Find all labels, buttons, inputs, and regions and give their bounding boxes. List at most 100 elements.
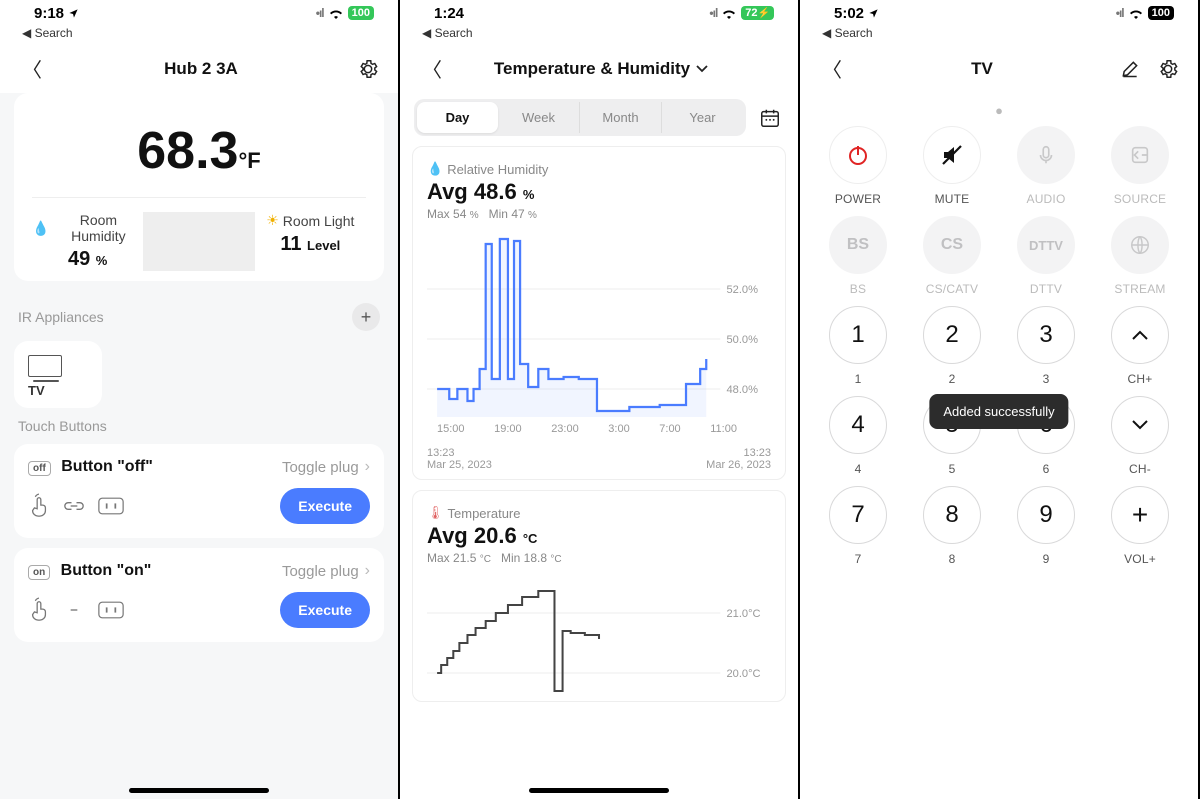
state-badge: off (28, 461, 51, 476)
ch-down-button[interactable] (1111, 396, 1169, 454)
mute-button[interactable] (923, 126, 981, 184)
segment-month[interactable]: Month (580, 102, 662, 133)
status-time: 1:24 (434, 5, 464, 22)
globe-icon (1129, 234, 1151, 256)
svg-text:50.0%: 50.0% (726, 334, 758, 346)
num-7-button[interactable]: 7 (829, 486, 887, 544)
num-1-button[interactable]: 1 (829, 306, 887, 364)
svg-text:21.0°C: 21.0°C (726, 608, 760, 620)
tap-icon (28, 493, 50, 519)
page-title: TV (971, 59, 993, 79)
num-9-button[interactable]: 9 (1017, 486, 1075, 544)
num-4-button[interactable]: 4 (829, 396, 887, 454)
settings-button[interactable] (356, 57, 380, 81)
audio-button[interactable] (1017, 126, 1075, 184)
touch-button-on: on Button "on" Toggle plug› Execute (14, 548, 384, 642)
num-8-button[interactable]: 8 (923, 486, 981, 544)
humidity-chart: 52.0% 50.0% 48.0% (427, 229, 771, 419)
location-icon (868, 8, 879, 19)
signal-icon: •ıl (1116, 6, 1124, 20)
chevron-right-icon: › (365, 562, 370, 580)
add-appliance-button[interactable]: + (352, 303, 380, 331)
appliance-tv[interactable]: TV (14, 341, 102, 408)
outlet-icon (98, 497, 124, 515)
wifi-icon (721, 7, 737, 19)
touch-button-action[interactable]: Toggle plug› (282, 458, 370, 476)
chevron-up-icon (1131, 329, 1149, 341)
pencil-icon (1120, 59, 1140, 79)
source-icon (1129, 144, 1151, 166)
humidity-icon: 💧 (427, 161, 443, 177)
num-3-button[interactable]: 3 (1017, 306, 1075, 364)
page-dots[interactable]: ● (814, 99, 1184, 120)
calendar-button[interactable] (756, 104, 784, 132)
num-2-button[interactable]: 2 (923, 306, 981, 364)
light-label: Room Light (283, 213, 355, 229)
chevron-right-icon: › (365, 458, 370, 476)
back-button[interactable]: 〈 (818, 54, 846, 83)
back-to-search[interactable]: ◀ Search (0, 26, 398, 40)
humidity-label: Room Humidity (53, 212, 143, 244)
execute-button[interactable]: Execute (280, 592, 370, 628)
power-button[interactable] (829, 126, 887, 184)
location-icon (68, 8, 79, 19)
touch-button-name: Button "off" (61, 458, 153, 475)
home-indicator[interactable] (129, 788, 269, 793)
tap-icon (28, 597, 50, 623)
mute-icon (940, 143, 964, 167)
temperature-readout: 68.3°F (32, 111, 366, 197)
segment-week[interactable]: Week (498, 102, 580, 133)
status-time: 5:02 (834, 5, 864, 22)
execute-button[interactable]: Execute (280, 488, 370, 524)
page-title: Hub 2 3A (164, 59, 238, 79)
link-icon (64, 501, 84, 511)
bs-button[interactable]: BS (829, 216, 887, 274)
svg-text:20.0°C: 20.0°C (726, 668, 760, 680)
temperature-chart: 21.0°C 20.0°C (427, 573, 771, 693)
back-button[interactable]: 〈 (18, 54, 46, 83)
back-button[interactable]: 〈 (418, 54, 446, 83)
status-bar: 1:24 •ıl 72⚡ (400, 0, 798, 26)
humidity-card: 💧Relative Humidity Avg 48.6 % Max 54 % M… (412, 146, 786, 480)
settings-button[interactable] (1156, 57, 1180, 81)
range-segmented: Day Week Month Year (414, 99, 746, 136)
touch-button-off: off Button "off" Toggle plug› Execute (14, 444, 384, 538)
touch-section-label: Touch Buttons (18, 418, 107, 434)
battery-indicator: 72⚡ (741, 6, 774, 20)
dttv-button[interactable]: DTTV (1017, 216, 1075, 274)
humidity-icon: 💧 (32, 220, 49, 237)
calendar-icon (759, 107, 781, 129)
segment-year[interactable]: Year (662, 102, 743, 133)
ch-up-button[interactable] (1111, 306, 1169, 364)
status-bar: 9:18 •ıl 100 (0, 0, 398, 26)
edit-button[interactable] (1118, 57, 1142, 81)
light-value: 11 Level (255, 233, 366, 256)
wifi-icon (1128, 7, 1144, 19)
home-indicator[interactable] (529, 788, 669, 793)
back-to-search[interactable]: ◀ Search (800, 26, 1198, 40)
status-time: 9:18 (34, 5, 64, 22)
humidity-value: 49 % (32, 248, 143, 271)
stream-button[interactable] (1111, 216, 1169, 274)
humidity-xticks: 15:00 19:00 23:00 3:00 7:00 11:00 (427, 419, 771, 437)
gear-icon (1157, 58, 1179, 80)
back-to-search[interactable]: ◀ Search (400, 26, 798, 40)
page-title[interactable]: Temperature & Humidity (494, 59, 708, 79)
vol-up-button[interactable]: + (1111, 486, 1169, 544)
power-icon (846, 143, 870, 167)
source-button[interactable] (1111, 126, 1169, 184)
toast-message: Added successfully (929, 394, 1068, 429)
segment-day[interactable]: Day (417, 102, 498, 133)
battery-indicator: 100 (1148, 6, 1174, 20)
signal-icon: •ıl (709, 6, 717, 20)
touch-button-action[interactable]: Toggle plug› (282, 562, 370, 580)
svg-text:48.0%: 48.0% (726, 384, 758, 396)
link-icon (64, 605, 84, 615)
gear-icon (357, 58, 379, 80)
chevron-down-icon (1131, 419, 1149, 431)
chevron-down-icon (696, 65, 708, 73)
state-badge: on (28, 565, 50, 580)
light-icon: ☀︎ (266, 212, 279, 229)
mic-icon (1035, 144, 1057, 166)
cs-button[interactable]: CS (923, 216, 981, 274)
